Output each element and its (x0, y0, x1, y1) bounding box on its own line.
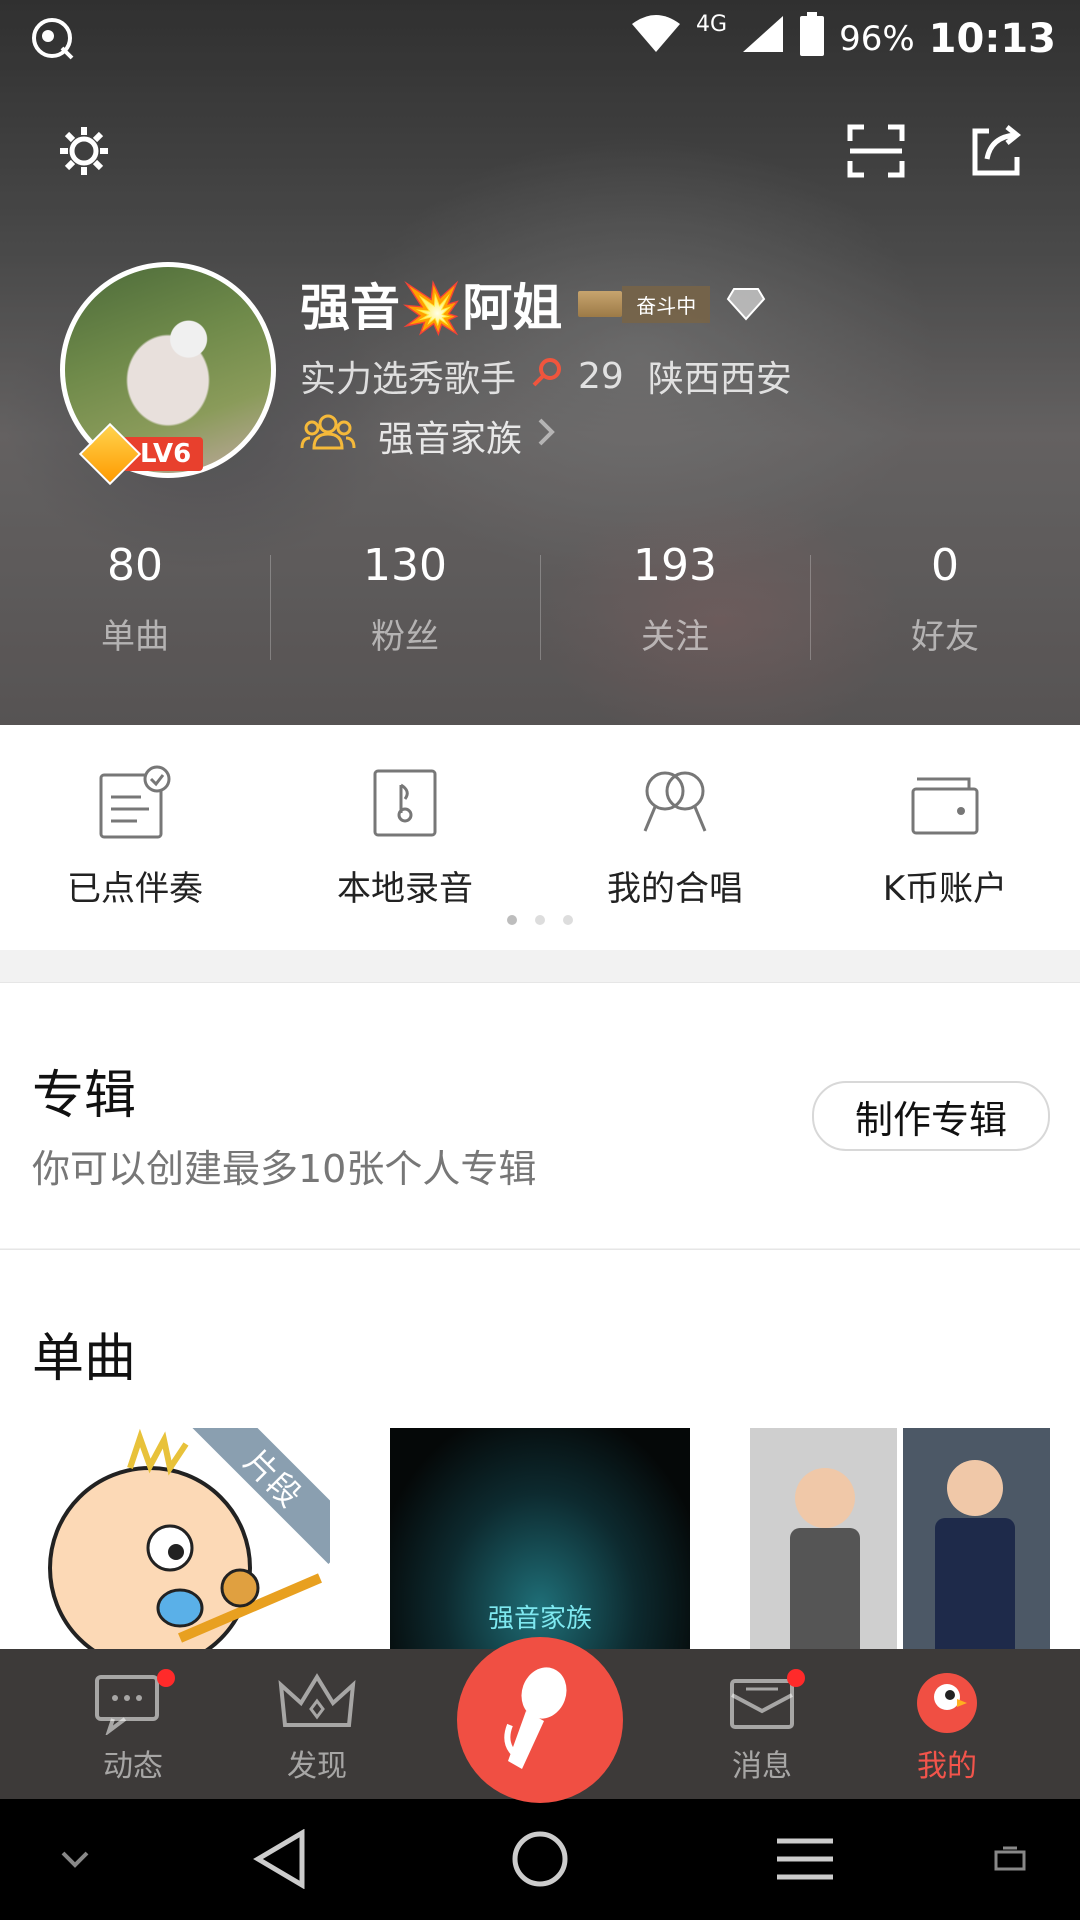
tab-discover[interactable]: 发现 (252, 1671, 382, 1785)
status-bar: 4G 96% 10:13 (0, 0, 1080, 80)
family-link[interactable]: 强音家族 (300, 410, 556, 462)
page-dot (563, 915, 573, 925)
user-location: 陕西西安 (647, 359, 792, 400)
profile-subtitle: 实力选秀歌手 29 陕西西安 (300, 350, 792, 402)
user-title: 实力选秀歌手 (300, 359, 517, 400)
microphone-icon (504, 1667, 567, 1769)
status-badge-label: 奋斗中 (622, 285, 711, 323)
vip-diamond-icon[interactable] (726, 287, 766, 321)
home-button[interactable] (505, 1829, 575, 1889)
stat-label: 粉丝 (371, 617, 439, 657)
settings-button[interactable] (48, 115, 120, 187)
diamond-icon (78, 422, 142, 486)
profile-stats: 80 单曲 130 粉丝 193 关注 0 好友 (0, 540, 1080, 670)
single-cover[interactable]: 强音家族 (390, 1428, 690, 1650)
menu-button[interactable] (770, 1829, 840, 1889)
stat-label: 关注 (641, 617, 709, 657)
name-row: 强音💥阿姐 奋斗中 (300, 268, 766, 340)
page-indicator (0, 915, 1080, 925)
stat-following[interactable]: 193 关注 (540, 540, 810, 670)
stat-value: 0 (931, 540, 959, 591)
battery-percent: 96% (839, 19, 915, 59)
accompaniment-list-icon (99, 765, 171, 839)
wallet-icon (911, 777, 979, 835)
screen-pin-button[interactable] (985, 1829, 1035, 1889)
singles-title: 单曲 (32, 1329, 137, 1389)
chorus-icon (643, 771, 707, 832)
signal-icon (741, 14, 785, 64)
notification-dot (157, 1669, 175, 1687)
system-navigation-bar (0, 1799, 1080, 1920)
album-section: 专辑 你可以创建最多10张个人专辑 制作专辑 (0, 982, 1080, 1248)
stat-value: 130 (363, 540, 447, 591)
sing-button[interactable] (457, 1637, 623, 1803)
stat-label: 好友 (911, 617, 979, 657)
gear-icon (60, 127, 108, 175)
make-album-button[interactable]: 制作专辑 (812, 1081, 1050, 1151)
tab-messages[interactable]: 消息 (697, 1671, 827, 1785)
quick-action-chorus[interactable]: 我的合唱 (540, 725, 810, 910)
quick-actions: 已点伴奏 本地录音 我的合唱 K币账户 (0, 725, 1080, 950)
collapse-button[interactable] (50, 1829, 100, 1889)
stat-value: 80 (107, 540, 163, 591)
single-cover[interactable]: 片段 (30, 1428, 330, 1650)
tab-label: 我的 (917, 1749, 977, 1784)
user-name: 强音💥阿姐 (300, 279, 563, 337)
family-group-icon (300, 412, 356, 461)
stat-label: 单曲 (101, 617, 169, 657)
share-icon (972, 125, 1022, 176)
menu-icon (777, 1838, 833, 1880)
rank-box-icon (578, 291, 623, 317)
app-notification-icon (30, 14, 78, 62)
user-age: 29 (578, 355, 624, 397)
quick-action-label: 已点伴奏 (67, 869, 203, 909)
profile-icon (917, 1673, 977, 1733)
level-badge: LV6 (78, 422, 204, 486)
network-type: 4G (696, 12, 728, 37)
crown-icon (278, 1673, 356, 1727)
chevron-right-icon (536, 416, 556, 457)
album-title: 专辑 (32, 1066, 137, 1126)
cover-word-cloud: 强音家族 (487, 1604, 592, 1634)
stat-singles[interactable]: 80 单曲 (0, 540, 270, 670)
album-description: 你可以创建最多10张个人专辑 (32, 1147, 537, 1191)
scan-icon (847, 124, 905, 178)
tab-label: 动态 (103, 1749, 163, 1784)
page-dot (535, 915, 545, 925)
status-badge[interactable]: 奋斗中 (578, 285, 711, 323)
tab-label: 发现 (287, 1749, 347, 1784)
stat-fans[interactable]: 130 粉丝 (270, 540, 540, 670)
page-dot (507, 915, 517, 925)
top-toolbar (0, 115, 1080, 195)
quick-action-label: 本地录音 (337, 869, 473, 909)
tab-label: 消息 (732, 1749, 792, 1784)
quick-action-local-recording[interactable]: 本地录音 (270, 725, 540, 910)
home-circle-icon (512, 1831, 568, 1887)
wifi-icon (630, 14, 682, 64)
share-button[interactable] (960, 115, 1032, 187)
clock: 10:13 (928, 16, 1056, 62)
back-button[interactable] (245, 1829, 315, 1889)
gender-female-icon (530, 355, 564, 398)
back-triangle-icon (253, 1829, 305, 1889)
pin-window-icon (994, 1846, 1026, 1871)
quick-action-label: K币账户 (882, 869, 1008, 909)
notification-dot (787, 1669, 805, 1687)
tab-me[interactable]: 我的 (882, 1671, 1012, 1785)
tab-feed[interactable]: 动态 (68, 1671, 198, 1785)
stat-friends[interactable]: 0 好友 (810, 540, 1080, 670)
family-name: 强音家族 (378, 419, 523, 460)
quick-action-label: 我的合唱 (607, 869, 743, 909)
stat-value: 193 (633, 540, 717, 591)
scan-button[interactable] (840, 115, 912, 187)
quick-action-accompaniment[interactable]: 已点伴奏 (0, 725, 270, 910)
quick-action-k-coin[interactable]: K币账户 (810, 725, 1080, 910)
local-recording-icon (373, 769, 437, 837)
singles-section: 单曲 片段 强音家族 (0, 1249, 1080, 1650)
chevron-down-icon (61, 1851, 89, 1868)
battery-icon (799, 12, 825, 66)
single-cover[interactable] (750, 1428, 1050, 1650)
